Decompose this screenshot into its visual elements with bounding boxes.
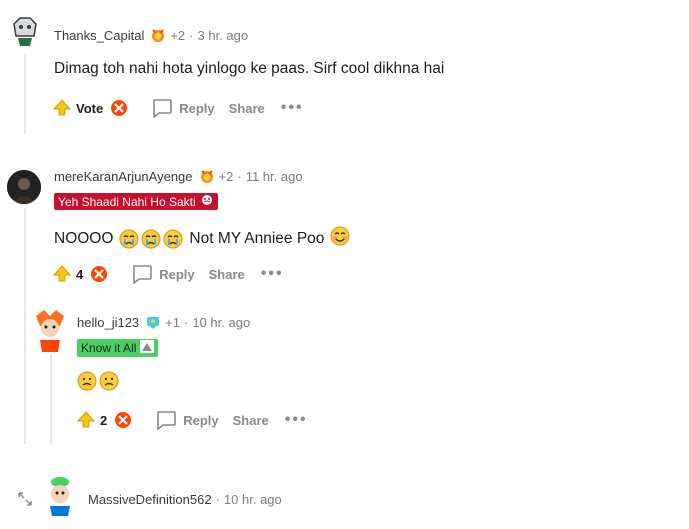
avatar[interactable] [8,14,42,48]
reply-icon[interactable] [131,264,153,285]
upvote-icon[interactable] [76,410,96,430]
reply-button[interactable]: Reply [179,101,214,116]
vote-count: 2 [100,412,108,428]
award-icon[interactable] [199,168,215,184]
share-button[interactable]: Share [209,267,245,282]
upvote-icon[interactable] [52,264,72,284]
more-options-icon[interactable]: ••• [261,265,284,283]
award-count: +2 [218,168,234,184]
comment-meta: hello_ji123 +1 · 10 hr. ago [77,314,250,330]
separator: · [237,168,242,184]
more-options-icon[interactable]: ••• [285,411,308,429]
comment-body [77,371,119,396]
more-options-icon[interactable]: ••• [281,99,304,117]
reply-icon[interactable] [155,410,177,431]
reply-icon[interactable] [151,98,173,119]
avatar[interactable] [7,170,41,204]
vote-label: Vote [76,100,104,116]
share-button[interactable]: Share [229,101,265,116]
avatar[interactable] [42,474,78,516]
flair-label: Know it All [81,341,137,355]
flair-label: Yeh Shaadi Nahi Ho Sakti [58,194,196,209]
flair-emoji-icon [140,340,155,356]
user-flair: Know it All [77,339,159,357]
comment-meta: mereKaranArjunAyenge +2 · 11 hr. ago [54,168,303,184]
downvote-icon[interactable] [89,264,109,284]
award-count: +1 [165,314,180,330]
thread-line-1[interactable] [24,54,26,134]
reply-button[interactable]: Reply [159,267,194,282]
reply-button[interactable]: Reply [183,413,218,428]
downvote-icon[interactable] [113,410,133,430]
username[interactable]: hello_ji123 [77,315,139,330]
user-flair: Yeh Shaadi Nahi Ho Sakti [54,193,218,210]
timestamp[interactable]: 10 hr. ago [192,315,250,330]
thread-line-3[interactable] [50,354,52,444]
upvote-icon[interactable] [52,98,72,118]
timestamp[interactable]: 3 hr. ago [198,28,249,43]
award-count: +2 [170,27,186,43]
comment-actions: Vote Reply Share ••• [52,98,304,119]
downvote-icon[interactable] [109,98,129,118]
timestamp[interactable]: 11 hr. ago [246,169,303,184]
separator: · [215,492,220,507]
username[interactable]: mereKaranArjunAyenge [54,169,193,184]
timestamp[interactable]: 10 hr. ago [224,492,282,507]
separator: · [184,314,189,330]
vote-count: 4 [76,266,84,282]
comment-meta: MassiveDefinition562 · 10 hr. ago [88,492,282,507]
thread-line-2[interactable] [24,208,26,444]
avatar[interactable] [30,308,70,352]
comment-actions: 4 Reply Share ••• [52,264,284,285]
username[interactable]: Thanks_Capital [54,28,144,43]
sad-emoji-icon [77,371,97,396]
comment-text: Not MY Anniee Poo [189,229,325,247]
expand-icon[interactable] [16,490,34,508]
award-icon[interactable] [145,314,161,330]
crying-emoji-icon [119,229,183,249]
username[interactable]: MassiveDefinition562 [88,492,212,507]
comment-body: Dimag toh nahi hota yinlogo ke paas. Sir… [54,60,445,77]
comment-body: NOOOO Not MY Anniee Poo [54,226,350,251]
comment-text: NOOOO [54,229,114,247]
smiling-emoji-icon [330,226,350,251]
award-icon[interactable] [150,27,166,43]
comment-actions: 2 Reply Share ••• [76,410,308,431]
flair-emoji-icon [200,194,214,209]
sad-emoji-icon [99,371,119,396]
separator: · [189,27,194,43]
comment-meta: Thanks_Capital +2 · 3 hr. ago [54,27,248,43]
share-button[interactable]: Share [233,413,269,428]
